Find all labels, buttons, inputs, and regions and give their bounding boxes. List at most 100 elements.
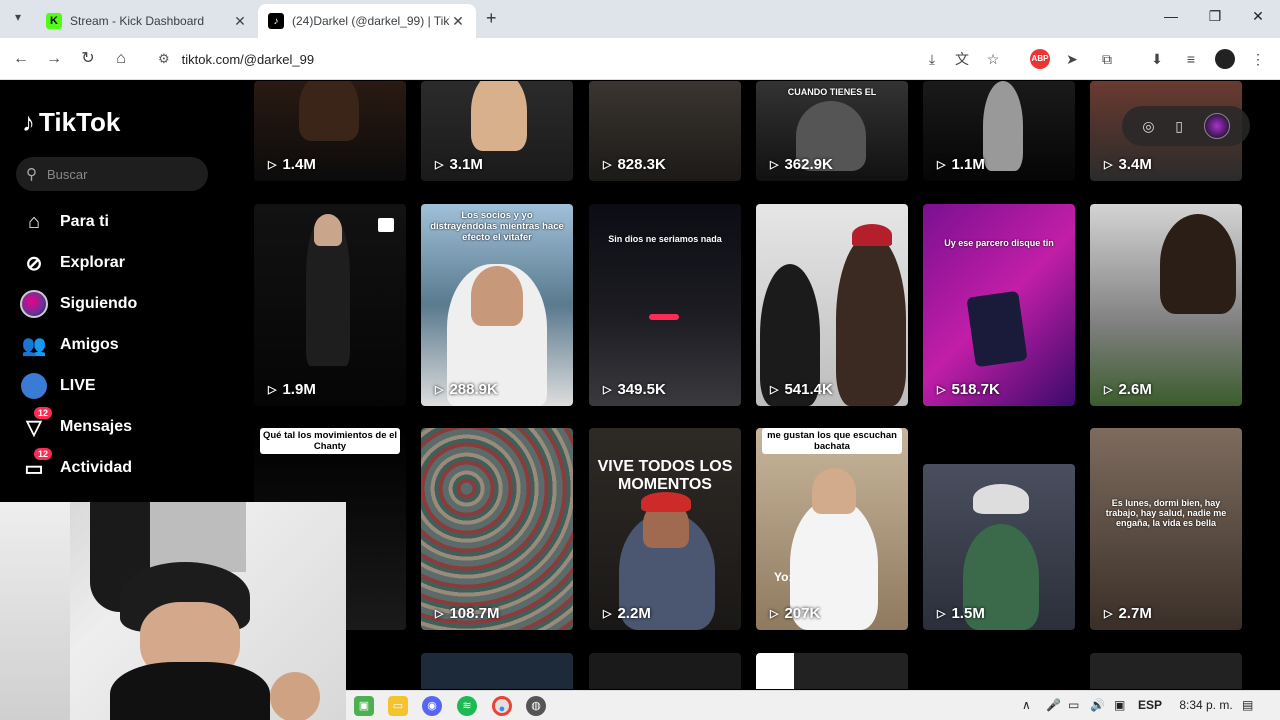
bookmark-star-icon[interactable]: ☆ [983,49,1003,69]
obs-icon[interactable]: ◍ [526,696,546,716]
video-tile[interactable]: ▷ 1.1M [923,81,1075,181]
video-tile[interactable]: VIVE TODOS LOS MOMENTOS ▷ 2.2M [589,428,741,630]
sidebar-item-actividad[interactable]: ▭ 12 Actividad [20,448,133,485]
tab-search-icon[interactable]: ▾ [8,10,28,30]
profile-avatar[interactable] [1215,49,1235,69]
compass-icon: ⊘ [25,252,43,275]
activity-icon: ▭ 12 [20,448,53,482]
close-tab-icon[interactable]: ✕ [450,13,466,30]
extensions-puzzle-icon[interactable]: ⧉ [1097,49,1117,69]
video-tile[interactable]: ▷ 1.9M [254,204,406,406]
following-avatar [20,290,48,318]
video-tile[interactable]: Sin dios ne seriamos nada ▷ 349.5K [589,204,741,406]
webcam-overlay [0,502,346,720]
new-tab-icon[interactable]: + [486,8,497,29]
media-control-icon[interactable]: ≡ [1181,49,1201,69]
sidebar-item-live[interactable]: LIVE [20,369,96,403]
site-info-icon[interactable]: ⚙ [158,51,170,67]
close-window-icon[interactable]: ✕ [1243,8,1273,25]
tab-strip: ▾ K Stream - Kick Dashboard ✕ ♪ (24)Dark… [0,0,1280,38]
search-input[interactable]: ⚲ Buscar [16,157,208,191]
video-tile[interactable]: ▷ 108.7M [421,428,573,630]
forward-icon[interactable]: → [43,48,65,70]
video-tile[interactable]: ▷ 1.4M [254,81,406,181]
sidebar-item-mensajes[interactable]: ▽ 12 Mensajes [20,407,132,444]
url-text: tiktok.com/@darkel_99 [181,51,315,67]
video-tile[interactable]: me gustan los que escuchan bachata Yo: ▷… [756,428,908,630]
device-icon[interactable]: ▯ [1175,118,1183,135]
restore-icon[interactable]: ❐ [1200,8,1230,25]
video-tile[interactable] [1090,653,1242,689]
sidebar-item-label: Actividad [60,459,133,476]
sidebar-item-para-ti[interactable]: ⌂ Para ti [20,205,109,239]
downloads-icon[interactable]: ⬇ [1147,49,1167,69]
sidebar-item-siguiendo[interactable]: Siguiendo [20,287,137,321]
search-placeholder: Buscar [47,166,88,182]
play-icon: ▷ [268,384,277,396]
minecraft-icon[interactable]: ▣ [354,696,374,716]
view-count: ▷ 108.7M [435,605,500,622]
video-tile[interactable]: ▷ 1.5M [923,464,1075,630]
spotify-icon[interactable]: ≋ [457,696,477,716]
video-tile[interactable]: ▷ 541.4K [756,204,908,406]
video-caption: Los socios y yo distrayéndolas mientras … [430,210,564,243]
tiktok-logo[interactable]: ♪ TikTok [22,107,120,138]
play-icon: ▷ [435,159,444,171]
send-extension-icon[interactable]: ➤ [1062,49,1082,69]
play-icon: ▷ [1104,608,1113,620]
home-icon[interactable]: ⌂ [110,48,132,70]
play-icon: ▷ [603,384,612,396]
video-caption: Uy ese parcero disque tin [944,238,1054,248]
video-caption: VIVE TODOS LOS MOMENTOS [597,458,733,493]
user-avatar[interactable] [1203,113,1230,139]
video-tile[interactable]: ▷ 3.1M [421,81,573,181]
pip-icon[interactable]: ◎ [1142,118,1154,135]
view-count: ▷ 828.3K [603,156,666,173]
network-icon[interactable]: ▣ [1114,698,1125,712]
video-tile[interactable]: Es lunes, dormi bien, hay trabajo, hay s… [1090,428,1242,630]
file-explorer-icon[interactable]: ▭ [388,696,408,716]
install-app-icon[interactable]: ⤓ [922,49,942,69]
reload-icon[interactable]: ↻ [77,48,99,70]
minimize-icon[interactable]: — [1156,8,1186,24]
address-bar[interactable]: ⚙ tiktok.com/@darkel_99 [144,44,964,74]
unread-badge: 12 [34,407,53,419]
video-tile[interactable]: Uy ese parcero disque tin ▷ 518.7K [923,204,1075,406]
close-tab-icon[interactable]: ✕ [232,13,248,30]
home-icon: ⌂ [27,210,41,233]
video-tile[interactable]: CUANDO TIENES EL ▷ 362.9K [756,81,908,181]
view-count: ▷ 2.6M [1104,381,1152,398]
video-caption: Sin dios ne seriamos nada [608,234,722,244]
tab-tiktok-profile[interactable]: ♪ (24)Darkel (@darkel_99) | TikTok ✕ [258,4,476,38]
clock[interactable]: 8:34 p. m. [1176,698,1236,712]
play-icon: ▷ [770,608,779,620]
video-tile[interactable] [756,653,908,689]
menu-kebab-icon[interactable]: ⋮ [1248,49,1268,69]
tray-chevron-icon[interactable]: ∧ [1022,698,1031,712]
sidebar-item-amigos[interactable]: 👥 Amigos [20,328,119,362]
view-count: ▷ 1.4M [268,156,316,173]
notifications-icon[interactable]: ▤ [1242,698,1253,712]
back-icon[interactable]: ← [10,48,32,70]
chrome-icon[interactable]: ● [492,696,512,716]
tab-kick-dashboard[interactable]: K Stream - Kick Dashboard ✕ [36,4,258,38]
video-tile[interactable]: ▷ 2.6M [1090,204,1242,406]
battery-icon: ▭ [1068,698,1080,712]
sidebar-item-explorar[interactable]: ⊘ Explorar [20,246,125,280]
logo-text: TikTok [39,107,121,137]
volume-icon[interactable]: 🔊 [1090,698,1105,712]
discord-icon[interactable]: ◉ [422,696,442,716]
sidebar-item-label: Siguiendo [60,295,138,312]
translate-icon[interactable]: 文 [952,49,972,69]
input-language[interactable]: ESP [1138,698,1162,712]
play-icon: ▷ [937,608,946,620]
play-icon: ▷ [435,384,444,396]
adblock-icon[interactable]: ABP [1030,49,1050,69]
view-count: ▷ 207K [770,605,821,622]
video-tile[interactable]: Los socios y yo distrayéndolas mientras … [421,204,573,406]
microphone-icon[interactable]: 🎤 [1046,698,1061,712]
video-tile[interactable] [421,653,573,689]
video-tile[interactable]: ▷ 828.3K [589,81,741,181]
video-tile[interactable] [589,653,741,689]
tab-title: Stream - Kick Dashboard [70,14,205,28]
